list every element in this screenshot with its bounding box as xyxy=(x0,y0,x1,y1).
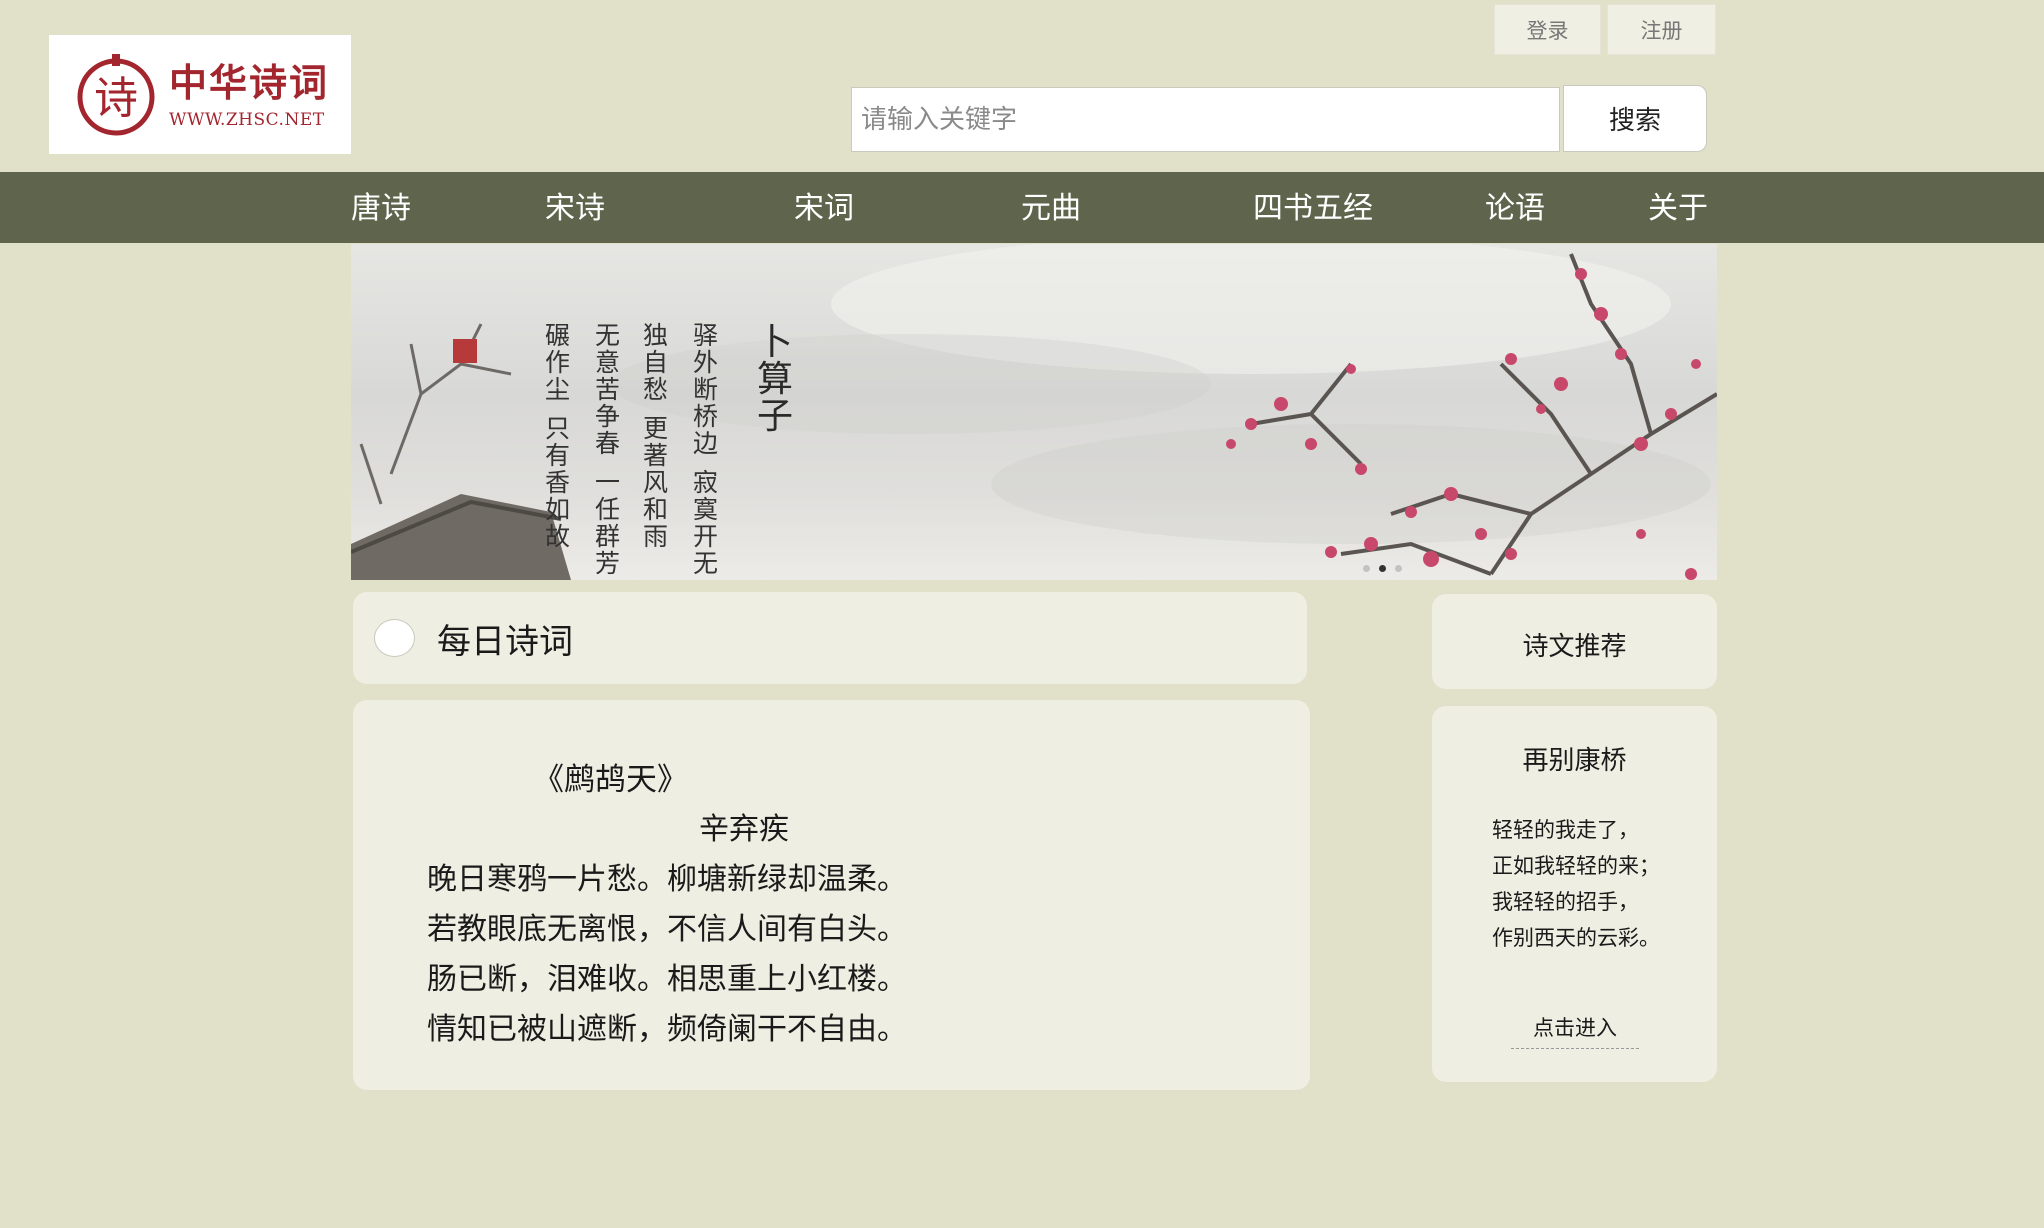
recommend-card: 再别康桥 轻轻的我走了， 正如我轻轻的来； 我轻轻的招手， 作别西天的云彩。 点… xyxy=(1432,706,1717,1082)
calligraphy-char: 故 xyxy=(545,522,570,551)
circle-icon xyxy=(374,619,415,657)
nav-item-yuan-qu[interactable]: 元曲 xyxy=(1021,172,1081,243)
calligraphy-char: 香 xyxy=(545,468,570,497)
banner-title-ch2: 子 xyxy=(757,396,793,437)
search-button[interactable]: 搜索 xyxy=(1563,85,1707,152)
recommend-line: 我轻轻的招手， xyxy=(1492,890,1639,914)
poem-line: 晚日寒鸦一片愁。柳塘新绿却温柔。 xyxy=(427,862,907,897)
calligraphy-char: 意 xyxy=(595,348,620,377)
calligraphy-char: 独 xyxy=(643,321,668,350)
register-button[interactable]: 注册 xyxy=(1607,4,1716,55)
carousel-dot-1[interactable] xyxy=(1363,565,1370,572)
calligraphy-char: 无 xyxy=(595,321,620,350)
calligraphy-char: 自 xyxy=(643,348,668,377)
calligraphy-char: 外 xyxy=(693,348,718,377)
red-seal-stamp xyxy=(453,339,477,363)
calligraphy-char: 著 xyxy=(643,441,668,470)
poem-title: 《鹧鸪天》 xyxy=(533,762,688,798)
logo-seal-char: 诗 xyxy=(94,73,138,124)
calligraphy-char: 愁 xyxy=(643,375,668,404)
banner-painting: 卜 算 子 驿外断桥边寂寞开无独自愁更著风和雨无意苦争春一任群芳碾作尘只有香如故 xyxy=(351,244,1717,580)
calligraphy-char: 桥 xyxy=(693,402,718,431)
recommend-line: 轻轻的我走了， xyxy=(1492,818,1639,842)
daily-poem-header: 每日诗词 xyxy=(353,592,1307,684)
calligraphy-char: 芳 xyxy=(595,549,620,578)
calligraphy-char: 尘 xyxy=(545,375,570,404)
logo-title: 中华诗词 xyxy=(169,60,330,105)
recommend-title: 再别康桥 xyxy=(1522,746,1627,776)
calligraphy-char: 如 xyxy=(545,495,570,524)
nav-item-song-poetry[interactable]: 宋诗 xyxy=(545,172,605,243)
logo-seal-icon: 诗 xyxy=(77,53,155,135)
site-logo[interactable]: 诗 中华诗词 WWW.ZHSC.NET xyxy=(49,35,351,154)
nav-item-song-ci[interactable]: 宋词 xyxy=(794,172,854,243)
calligraphy-char: 寞 xyxy=(693,495,718,524)
recommend-header: 诗文推荐 xyxy=(1432,594,1717,689)
calligraphy-char: 断 xyxy=(693,375,718,404)
carousel-dots xyxy=(1363,565,1402,572)
nav-item-tang-poetry[interactable]: 唐诗 xyxy=(351,172,411,243)
calligraphy-char: 苦 xyxy=(595,375,620,404)
banner-title-ch1: 算 xyxy=(757,359,793,400)
carousel-dot-2[interactable] xyxy=(1379,565,1386,572)
calligraphy-char: 雨 xyxy=(643,522,668,551)
poem-line: 情知已被山遮断，频倚阑干不自由。 xyxy=(427,1012,907,1047)
poem-line: 肠已断，泪难收。相思重上小红楼。 xyxy=(427,962,907,997)
recommend-line: 作别西天的云彩。 xyxy=(1492,926,1660,950)
nav-item-analects[interactable]: 论语 xyxy=(1485,172,1545,243)
calligraphy-char: 碾 xyxy=(545,321,570,350)
calligraphy-char: 开 xyxy=(693,522,718,551)
nav-item-about[interactable]: 关于 xyxy=(1648,172,1708,243)
calligraphy-char: 争 xyxy=(595,402,620,431)
calligraphy-char: 边 xyxy=(693,429,718,458)
calligraphy-char: 作 xyxy=(545,348,570,377)
calligraphy-char: 群 xyxy=(595,522,620,551)
calligraphy-char: 任 xyxy=(595,495,620,524)
calligraphy-char: 风 xyxy=(643,468,668,497)
search-input[interactable] xyxy=(851,87,1560,152)
daily-poem-title: 每日诗词 xyxy=(437,621,573,662)
main-nav: 唐诗 宋诗 宋词 元曲 四书五经 论语 关于 xyxy=(0,172,2044,243)
login-button[interactable]: 登录 xyxy=(1494,4,1601,55)
nav-item-classics[interactable]: 四书五经 xyxy=(1253,172,1373,243)
recommend-line: 正如我轻轻的来； xyxy=(1492,854,1660,878)
banner-title-ch0: 卜 xyxy=(757,322,793,363)
calligraphy-char: 更 xyxy=(643,414,668,443)
poem-card: 《鹧鸪天》 辛弃疾 晚日寒鸦一片愁。柳塘新绿却温柔。 若教眼底无离恨，不信人间有… xyxy=(353,700,1310,1090)
carousel-dot-3[interactable] xyxy=(1395,565,1402,572)
calligraphy-char: 有 xyxy=(545,441,570,470)
calligraphy-char: 无 xyxy=(693,549,718,578)
calligraphy-char: 一 xyxy=(595,468,620,497)
hero-banner[interactable]: 卜 算 子 驿外断桥边寂寞开无独自愁更著风和雨无意苦争春一任群芳碾作尘只有香如故 xyxy=(351,244,1717,580)
calligraphy-columns: 驿外断桥边寂寞开无独自愁更著风和雨无意苦争春一任群芳碾作尘只有香如故 xyxy=(545,321,718,578)
calligraphy-char: 春 xyxy=(595,429,620,458)
logo-url: WWW.ZHSC.NET xyxy=(169,109,325,130)
calligraphy-char: 只 xyxy=(545,414,570,443)
poem-line: 若教眼底无离恨，不信人间有白头。 xyxy=(427,912,907,947)
enter-link[interactable]: 点击进入 xyxy=(1511,1012,1639,1049)
calligraphy-char: 驿 xyxy=(693,321,718,350)
calligraphy-char: 寂 xyxy=(693,468,718,497)
branches-left xyxy=(359,323,512,505)
poem-author: 辛弃疾 xyxy=(699,812,789,847)
calligraphy: 卜 算 子 xyxy=(757,322,793,437)
calligraphy-char: 和 xyxy=(643,495,668,524)
